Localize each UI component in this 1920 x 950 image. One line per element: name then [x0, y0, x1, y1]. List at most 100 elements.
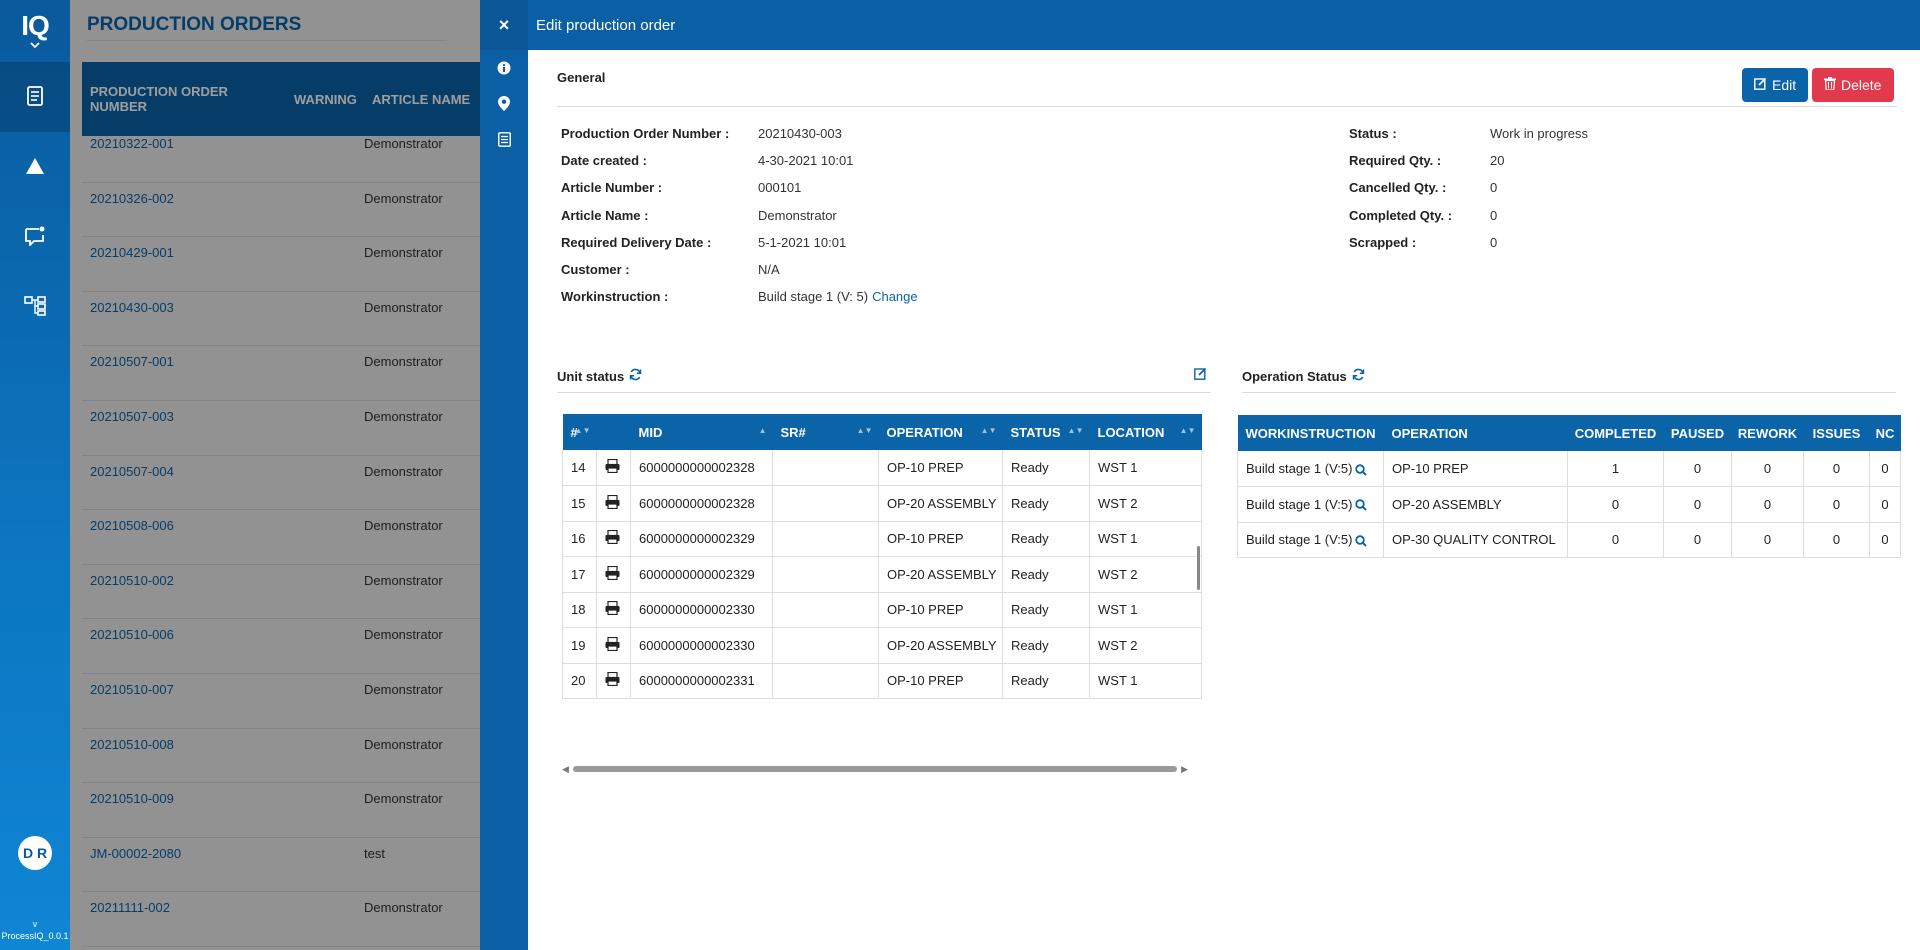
field-label: Workinstruction :	[561, 289, 669, 305]
nav-warnings[interactable]	[0, 132, 70, 202]
print-label-button[interactable]	[596, 485, 631, 522]
op-completed: 0	[1567, 522, 1664, 558]
unit-status: Ready	[1002, 663, 1090, 699]
unit-operation: OP-20 ASSEMBLY	[878, 627, 1003, 664]
unit-sr	[772, 450, 879, 486]
op-paused: 0	[1663, 486, 1732, 523]
col-mid[interactable]: MID ▲	[630, 414, 773, 450]
unit-operation: OP-10 PREP	[878, 592, 1003, 628]
op-workinstruction: Build stage 1 (V:5)	[1237, 522, 1384, 558]
unit-index: 18	[562, 592, 597, 628]
search-icon[interactable]	[1352, 532, 1368, 547]
operation-status-header: Operation Status	[1242, 368, 1365, 384]
field-value: 0	[1490, 180, 1498, 196]
printer-icon	[605, 565, 620, 583]
edit-icon	[1754, 77, 1767, 93]
col-status[interactable]: STATUS ▲▼	[1002, 414, 1090, 450]
table-row[interactable]: 19 6000000000002330 OP-20 ASSEMBLY Ready WST…	[562, 627, 1202, 664]
tab-location[interactable]	[480, 87, 528, 123]
scroll-right-icon[interactable]: ▶	[1181, 764, 1188, 775]
field-label: Completed Qty. :	[1349, 207, 1453, 223]
table-row[interactable]: 18 6000000000002330 OP-10 PREP Ready WST 1	[562, 592, 1202, 628]
search-icon[interactable]	[1352, 461, 1368, 476]
unit-index: 16	[562, 521, 597, 557]
unit-edit-icon[interactable]	[1194, 367, 1207, 383]
printer-icon	[605, 672, 620, 689]
print-label-button[interactable]	[596, 627, 631, 664]
print-label-button[interactable]	[596, 450, 631, 486]
col-index[interactable]: # ▲▼	[562, 414, 597, 450]
table-row[interactable]: 20 6000000000002331 OP-10 PREP Ready WST 1	[562, 663, 1202, 699]
printer-icon	[605, 636, 620, 654]
list-icon	[497, 132, 511, 150]
scroll-left-icon[interactable]: ◀	[562, 764, 569, 775]
op-nc: 0	[1869, 451, 1901, 487]
delete-button[interactable]: Delete	[1812, 68, 1894, 102]
field-row: Article Name : Demonstrator	[561, 202, 837, 229]
nav-messages[interactable]	[0, 202, 70, 272]
version-caret: v	[32, 919, 38, 929]
unit-mid: 6000000000002331	[630, 663, 773, 699]
col-op-operation: OPERATION	[1383, 415, 1568, 451]
edit-button[interactable]: Edit	[1742, 68, 1808, 102]
unit-status: Ready	[1002, 450, 1090, 486]
field-value: 0	[1490, 234, 1498, 250]
app-sidebar: IQ D R v ProcessIQ_0.0.1	[0, 0, 70, 950]
app-logo[interactable]: IQ	[0, 0, 70, 62]
print-label-button[interactable]	[596, 556, 631, 593]
op-workinstruction: Build stage 1 (V:5)	[1237, 451, 1384, 487]
scroll-thumb[interactable]	[572, 766, 1178, 772]
op-paused: 0	[1663, 522, 1732, 558]
print-label-button[interactable]	[596, 663, 631, 699]
field-value: Build stage 1 (V: 5)	[758, 289, 869, 305]
edit-button-label: Edit	[1772, 77, 1797, 93]
field-label: Date created :	[561, 153, 647, 169]
print-label-button[interactable]	[596, 592, 631, 628]
unit-operation: OP-10 PREP	[878, 521, 1003, 557]
operation-status-table: WORKINSTRUCTION OPERATION COMPLETED PAUS…	[1237, 415, 1901, 558]
modal-backdrop[interactable]	[70, 0, 480, 950]
unit-table-vertical-scrollbar[interactable]	[1197, 546, 1200, 590]
col-paused: PAUSED	[1663, 415, 1732, 451]
unit-location: WST 2	[1089, 485, 1202, 522]
unit-table-horizontal-scrollbar[interactable]: ◀ ▶	[562, 763, 1188, 775]
sort-icon: ▲▼	[1067, 426, 1084, 435]
table-row[interactable]: 17 6000000000002329 OP-20 ASSEMBLY Ready WST…	[562, 556, 1202, 593]
search-icon[interactable]	[1352, 497, 1368, 512]
change-workinstruction-link[interactable]: Change	[872, 289, 918, 304]
unit-mid: 6000000000002329	[630, 521, 773, 557]
field-value: 5-1-2021 10:01	[758, 234, 847, 250]
op-completed: 0	[1567, 486, 1664, 523]
chevron-down-icon[interactable]	[30, 40, 40, 50]
table-row[interactable]: 16 6000000000002329 OP-10 PREP Ready WST 1	[562, 521, 1202, 557]
trash-icon	[1824, 77, 1836, 93]
sort-icon: ▲▼	[856, 426, 873, 435]
col-operation[interactable]: OPERATION ▲▼	[878, 414, 1003, 450]
field-label: Article Name :	[561, 207, 649, 223]
unit-sr	[772, 663, 879, 699]
print-label-button[interactable]	[596, 521, 631, 557]
tab-details[interactable]	[480, 123, 528, 159]
unit-mid: 6000000000002330	[630, 592, 773, 628]
nav-workflow[interactable]	[0, 272, 70, 342]
unit-index: 17	[562, 556, 597, 593]
table-row[interactable]: 15 6000000000002328 OP-20 ASSEMBLY Ready WST…	[562, 485, 1202, 522]
sort-icon: ▲	[758, 426, 767, 435]
col-location[interactable]: LOCATION ▲▼	[1089, 414, 1202, 450]
general-section-title: General	[557, 70, 606, 85]
user-avatar[interactable]: D R	[18, 836, 52, 870]
sort-icon: ▲▼	[574, 426, 591, 435]
refresh-icon[interactable]	[1352, 368, 1365, 384]
delete-button-label: Delete	[1841, 77, 1882, 93]
document-icon	[26, 85, 44, 109]
nav-production-orders[interactable]	[0, 62, 70, 132]
unit-mid: 6000000000002328	[630, 450, 773, 486]
col-sr[interactable]: SR# ▲▼	[772, 414, 879, 450]
unit-status-title: Unit status	[557, 368, 625, 384]
table-row[interactable]: 14 6000000000002328 OP-10 PREP Ready WST 1	[562, 450, 1202, 486]
printer-icon	[605, 601, 620, 618]
refresh-icon[interactable]	[629, 368, 642, 384]
unit-location: WST 2	[1089, 627, 1202, 664]
tab-info[interactable]	[480, 51, 528, 87]
close-button[interactable]: ×	[480, 0, 528, 50]
